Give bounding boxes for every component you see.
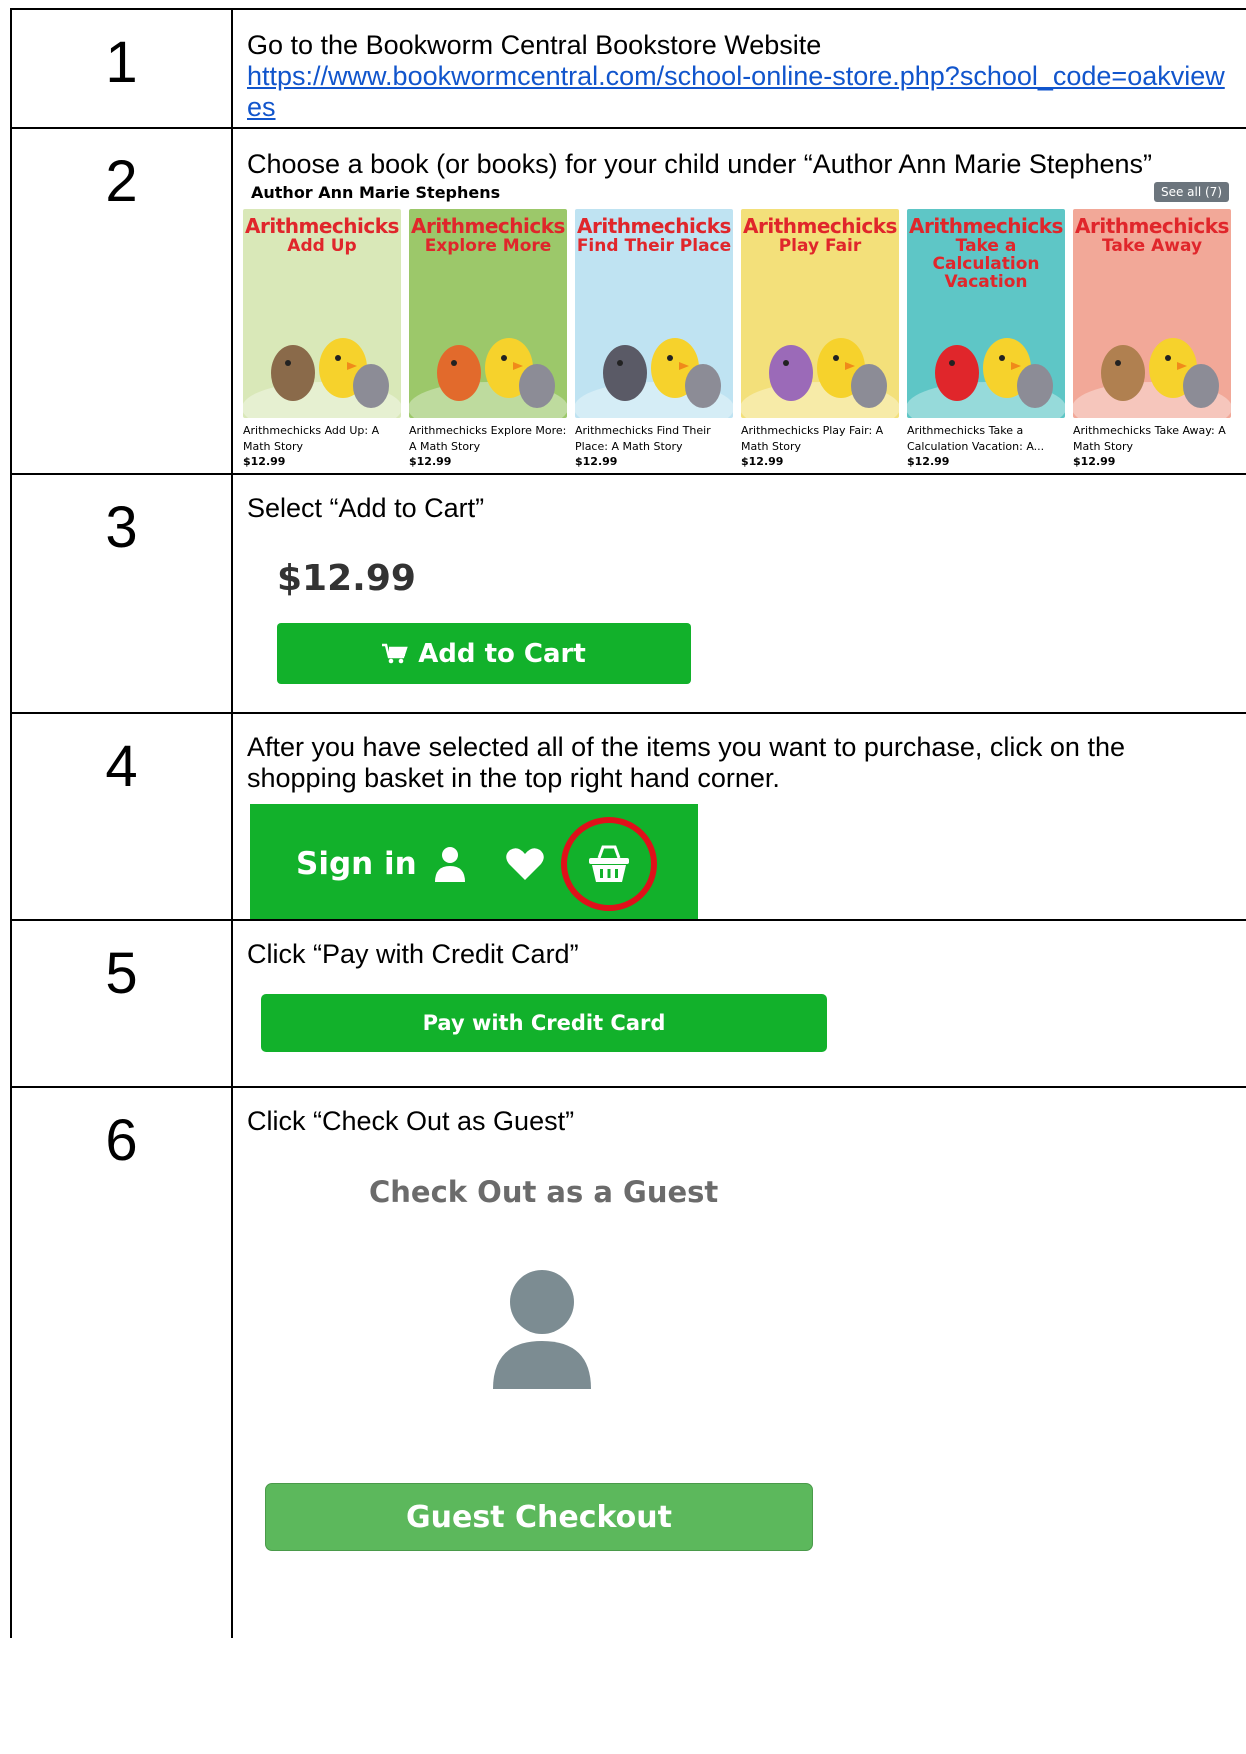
book-list: Arithmechicks Add Up Arithmechicks Add Up:… xyxy=(243,209,1233,468)
cover-title: Arithmechicks xyxy=(411,214,565,238)
book-title[interactable]: Arithmechicks Find Their Place: A Math S… xyxy=(575,423,733,455)
product-price: $12.99 xyxy=(277,558,416,599)
see-all-button[interactable]: See all (7) xyxy=(1153,182,1229,202)
cart-icon xyxy=(382,643,408,663)
step-number: 2 xyxy=(12,129,233,473)
step-number: 5 xyxy=(12,921,233,1086)
step-row-1: 1 Go to the Bookworm Central Bookstore W… xyxy=(12,10,1246,129)
cover-subtitle: Play Fair xyxy=(778,236,862,256)
book-card[interactable]: Arithmechicks Add Up Arithmechicks Add Up:… xyxy=(243,209,401,468)
store-link[interactable]: https://www.bookwormcentral.com/school-o… xyxy=(247,61,1227,123)
step-number: 4 xyxy=(12,714,233,919)
step-text: Go to the Bookworm Central Bookstore Web… xyxy=(247,30,822,60)
book-card[interactable]: Arithmechicks Find Their Place Arithmechic… xyxy=(575,209,733,468)
pay-with-credit-card-button[interactable]: Pay with Credit Card xyxy=(261,994,827,1052)
book-cover[interactable]: Arithmechicks Take Away xyxy=(1073,209,1231,418)
step-text: Select “Add to Cart” xyxy=(247,493,485,523)
cover-subtitle: Explore More xyxy=(424,236,552,256)
step-row-5: 5 Click “Pay with Credit Card” Pay with … xyxy=(12,921,1246,1088)
book-card[interactable]: Arithmechicks Take a Calculation Vacation… xyxy=(907,209,1065,468)
cover-subtitle: Take Away xyxy=(1101,236,1203,256)
book-cover[interactable]: Arithmechicks Add Up xyxy=(243,209,401,418)
cover-subtitle: Find Their Place xyxy=(576,236,732,256)
cover-illustration xyxy=(575,338,733,418)
cover-title: Arithmechicks xyxy=(909,214,1063,238)
add-to-cart-label: Add to Cart xyxy=(418,638,586,669)
book-card[interactable]: Arithmechicks Explore More Arithmechicks E… xyxy=(409,209,567,468)
cover-illustration xyxy=(741,338,899,418)
heart-icon[interactable] xyxy=(505,846,545,882)
cover-subtitle: Add Up xyxy=(287,236,357,256)
site-header-bar: Sign in xyxy=(250,804,698,919)
step-row-6: 6 Click “Check Out as Guest” Check Out a… xyxy=(12,1088,1246,1638)
cover-title: Arithmechicks xyxy=(577,214,731,238)
book-title[interactable]: Arithmechicks Add Up: A Math Story xyxy=(243,423,401,455)
step-text: After you have selected all of the items… xyxy=(247,732,1125,793)
step-text: Choose a book (or books) for your child … xyxy=(247,149,1152,179)
sign-in-link[interactable]: Sign in xyxy=(296,846,417,882)
book-cover[interactable]: Arithmechicks Play Fair xyxy=(741,209,899,418)
book-cover[interactable]: Arithmechicks Find Their Place xyxy=(575,209,733,418)
book-price: $12.99 xyxy=(575,455,618,468)
book-price: $12.99 xyxy=(741,455,784,468)
book-price: $12.99 xyxy=(243,455,286,468)
books-section-title: Author Ann Marie Stephens xyxy=(251,182,501,202)
step-row-4: 4 After you have selected all of the ite… xyxy=(12,714,1246,921)
step-text: Click “Check Out as Guest” xyxy=(247,1106,575,1136)
basket-icon[interactable] xyxy=(587,844,631,884)
book-title[interactable]: Arithmechicks Take a Calculation Vacatio… xyxy=(907,423,1065,455)
book-price: $12.99 xyxy=(1073,455,1116,468)
step-number: 6 xyxy=(12,1088,233,1638)
book-price: $12.99 xyxy=(907,455,950,468)
user-icon[interactable] xyxy=(433,846,467,882)
step-row-2: 2 Choose a book (or books) for your chil… xyxy=(12,129,1246,475)
cover-illustration xyxy=(409,338,567,418)
cover-title: Arithmechicks xyxy=(1075,214,1229,238)
step-text: Click “Pay with Credit Card” xyxy=(247,939,579,969)
guest-avatar-icon xyxy=(487,1269,597,1389)
book-cover[interactable]: Arithmechicks Take a Calculation Vacation xyxy=(907,209,1065,418)
book-card[interactable]: Arithmechicks Take Away Arithmechicks Take… xyxy=(1073,209,1231,468)
steps-table: 1 Go to the Bookworm Central Bookstore W… xyxy=(10,8,1246,1638)
step-number: 1 xyxy=(12,10,233,127)
guest-checkout-button[interactable]: Guest Checkout xyxy=(265,1483,813,1551)
cover-illustration xyxy=(907,338,1065,418)
books-header: Author Ann Marie Stephens See all (7) xyxy=(243,182,1229,202)
add-to-cart-button[interactable]: Add to Cart xyxy=(277,623,691,684)
guest-checkout-heading: Check Out as a Guest xyxy=(369,1175,719,1209)
cover-illustration xyxy=(243,338,401,418)
book-title[interactable]: Arithmechicks Take Away: A Math Story xyxy=(1073,423,1231,455)
basket-highlight xyxy=(559,814,659,914)
book-cover[interactable]: Arithmechicks Explore More xyxy=(409,209,567,418)
book-title[interactable]: Arithmechicks Explore More: A Math Story xyxy=(409,423,567,455)
step-number: 3 xyxy=(12,475,233,712)
book-price: $12.99 xyxy=(409,455,452,468)
instructions-page: 1 Go to the Bookworm Central Bookstore W… xyxy=(0,0,1246,1754)
step-row-3: 3 Select “Add to Cart” $12.99 Add to Car… xyxy=(12,475,1246,714)
cover-illustration xyxy=(1073,338,1231,418)
cover-title: Arithmechicks xyxy=(743,214,897,238)
book-title[interactable]: Arithmechicks Play Fair: A Math Story xyxy=(741,423,899,455)
cover-title: Arithmechicks xyxy=(245,214,399,238)
book-card[interactable]: Arithmechicks Play Fair Arithmechicks Play… xyxy=(741,209,899,468)
